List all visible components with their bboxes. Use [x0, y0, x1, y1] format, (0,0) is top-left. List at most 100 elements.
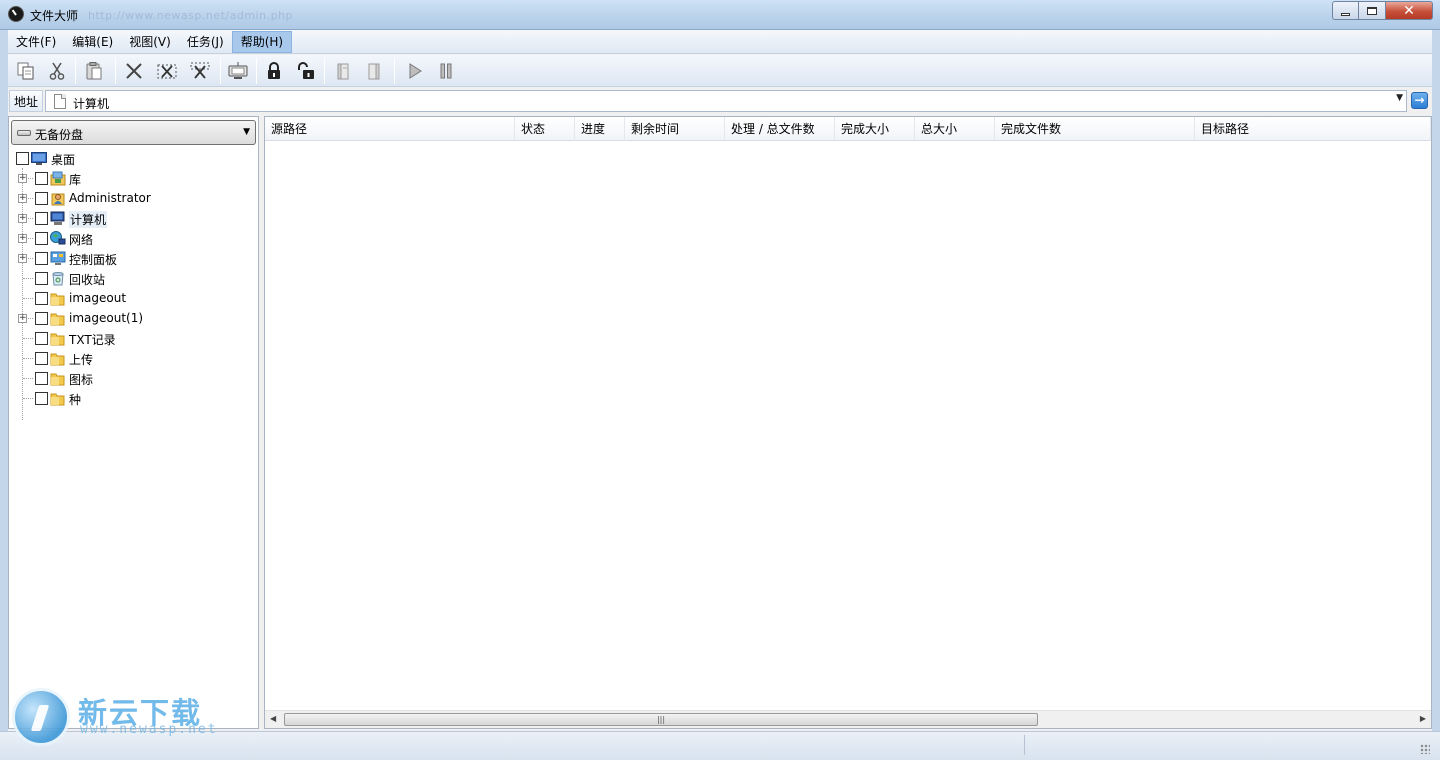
tree-item-label: 桌面: [51, 153, 76, 167]
column-header[interactable]: 总大小: [915, 117, 995, 141]
expand-plus-icon[interactable]: +: [18, 214, 27, 223]
tree-item[interactable]: 回收站: [9, 268, 258, 288]
lock-icon[interactable]: [262, 59, 286, 83]
tree-checkbox[interactable]: [35, 192, 48, 205]
user-icon: [50, 191, 66, 206]
task-list-pane: 源路径 状态 进度 剩余时间 处理 / 总文件数 完成大小 总大小 完成文件数 目标路径 ◀ |…: [264, 116, 1432, 729]
tree-checkbox[interactable]: [35, 252, 48, 265]
column-header[interactable]: 完成大小: [835, 117, 915, 141]
network-icon: [50, 231, 66, 246]
tree-item[interactable]: 上传: [9, 348, 258, 368]
folder-icon: [50, 291, 66, 306]
folder-icon: [50, 311, 66, 326]
tree-item-label: TXT记录: [69, 333, 116, 347]
monitor-icon[interactable]: [226, 59, 250, 83]
tree-item[interactable]: 种: [9, 388, 258, 408]
tree-checkbox[interactable]: [35, 332, 48, 345]
tree-item[interactable]: + 控制面板: [9, 248, 258, 268]
address-bar: 地址 计算机 ▼ →: [8, 88, 1432, 114]
column-header[interactable]: 源路径: [265, 117, 515, 141]
maximize-icon: [1367, 6, 1377, 15]
watermark-logo-icon: [12, 688, 70, 746]
menu-item-3[interactable]: 任务(J): [179, 31, 232, 53]
book2-icon[interactable]: [362, 59, 386, 83]
folder-icon: [50, 391, 66, 406]
tree-checkbox[interactable]: [16, 152, 29, 165]
maximize-button[interactable]: [1359, 1, 1386, 20]
expand-plus-icon[interactable]: +: [18, 254, 27, 263]
close-button[interactable]: ✕: [1386, 1, 1433, 20]
minimize-icon: [1341, 12, 1350, 16]
column-header[interactable]: 剩余时间: [625, 117, 725, 141]
document-icon: [54, 94, 66, 109]
horizontal-scrollbar[interactable]: ◀ ||| ▶: [265, 710, 1431, 728]
go-button[interactable]: →: [1411, 92, 1428, 109]
tree-item[interactable]: 图标: [9, 368, 258, 388]
recycle-bin-icon: [50, 271, 66, 286]
menu-item-2[interactable]: 视图(V): [121, 31, 179, 53]
tree-item-label: 回收站: [69, 273, 106, 287]
tree-item[interactable]: + imageout(1): [9, 308, 258, 328]
folder-icon: [50, 351, 66, 366]
tree-checkbox[interactable]: [35, 392, 48, 405]
backup-drive-value: 无备份盘: [35, 128, 84, 142]
tree-checkbox[interactable]: [35, 312, 48, 325]
tree-checkbox[interactable]: [35, 292, 48, 305]
column-header[interactable]: 状态: [515, 117, 575, 141]
tree-checkbox[interactable]: [35, 232, 48, 245]
tree-item[interactable]: + Administrator: [9, 188, 258, 208]
tree-checkbox[interactable]: [35, 372, 48, 385]
expand-plus-icon[interactable]: +: [18, 174, 27, 183]
tree-item[interactable]: imageout: [9, 288, 258, 308]
tree-checkbox[interactable]: [35, 172, 48, 185]
tree-item-label: Administrator: [69, 191, 151, 205]
address-dropdown-icon[interactable]: ▼: [1396, 93, 1403, 103]
tree-item-label: 种: [69, 393, 82, 407]
tree-item[interactable]: + 计算机: [9, 208, 258, 228]
delete-icon[interactable]: [122, 59, 146, 83]
menu-item-0[interactable]: 文件(F): [8, 31, 64, 53]
expand-plus-icon[interactable]: +: [18, 194, 27, 203]
chevron-down-icon: ▼: [243, 127, 250, 137]
unlock-icon[interactable]: [294, 59, 318, 83]
tree-checkbox[interactable]: [35, 272, 48, 285]
column-header[interactable]: 进度: [575, 117, 625, 141]
tree-item[interactable]: 桌面: [9, 148, 258, 168]
backup-drive-select[interactable]: 无备份盘 ▼: [11, 120, 256, 145]
select-delete-icon[interactable]: [155, 59, 179, 83]
book-icon[interactable]: [332, 59, 356, 83]
scroll-thumb[interactable]: |||: [284, 713, 1038, 726]
desktop-icon: [31, 151, 47, 166]
expand-plus-icon[interactable]: +: [18, 234, 27, 243]
menu-item-4[interactable]: 帮助(H): [231, 30, 293, 53]
scroll-right-icon[interactable]: ▶: [1420, 714, 1426, 723]
address-value: 计算机: [73, 97, 110, 111]
resize-grip-icon[interactable]: [1420, 744, 1430, 754]
deselect-delete-icon[interactable]: [188, 59, 212, 83]
minimize-button[interactable]: [1332, 1, 1359, 20]
column-header[interactable]: 完成文件数: [995, 117, 1195, 141]
tree-checkbox[interactable]: [35, 352, 48, 365]
column-header[interactable]: 目标路径: [1195, 117, 1431, 141]
tree-item[interactable]: + 库: [9, 168, 258, 188]
copy-icon[interactable]: [14, 59, 38, 83]
tree-item[interactable]: + 网络: [9, 228, 258, 248]
computer-icon: [50, 211, 66, 226]
pause-icon[interactable]: [434, 59, 458, 83]
cut-icon[interactable]: [45, 59, 69, 83]
status-divider: [1024, 735, 1025, 755]
tree-item-label: 计算机: [69, 211, 108, 228]
paste-icon[interactable]: [82, 59, 106, 83]
address-input[interactable]: 计算机 ▼: [45, 90, 1407, 112]
list-header: 源路径 状态 进度 剩余时间 处理 / 总文件数 完成大小 总大小 完成文件数 目标路径: [265, 117, 1431, 141]
scroll-left-icon[interactable]: ◀: [270, 714, 276, 723]
expand-plus-icon[interactable]: +: [18, 314, 27, 323]
tree-checkbox[interactable]: [35, 212, 48, 225]
background-url-ghost: http://www.newasp.net/admin.php: [88, 9, 294, 22]
menu-item-1[interactable]: 编辑(E): [64, 31, 121, 53]
play-icon[interactable]: [403, 59, 427, 83]
tree-item-label: imageout(1): [69, 311, 144, 325]
tree-item[interactable]: TXT记录: [9, 328, 258, 348]
tree-item-label: 库: [69, 173, 82, 187]
column-header[interactable]: 处理 / 总文件数: [725, 117, 835, 141]
